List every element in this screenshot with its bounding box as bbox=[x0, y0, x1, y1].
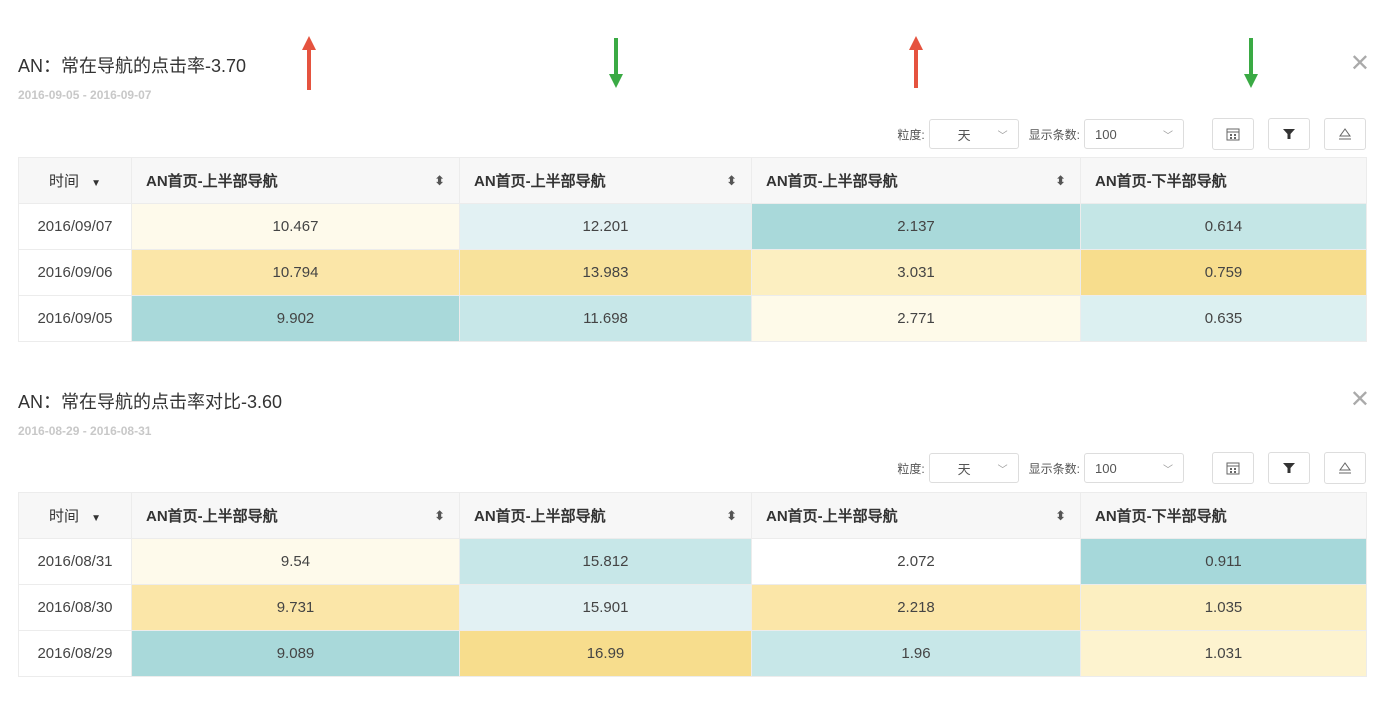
value-cell: 9.731 bbox=[131, 584, 460, 631]
date-cell: 2016/08/30 bbox=[18, 584, 132, 631]
date-range: 2016-08-29 - 2016-08-31 bbox=[18, 424, 152, 438]
column-header-time[interactable]: 时间 ▼ bbox=[18, 492, 132, 539]
value-cell: 15.901 bbox=[459, 584, 752, 631]
column-header-label: AN首页-上半部导航 bbox=[766, 508, 898, 525]
value-cell: 0.911 bbox=[1080, 538, 1367, 585]
sort-icon[interactable]: ⬍ bbox=[434, 508, 445, 524]
date-cell: 2016/08/29 bbox=[18, 630, 132, 677]
value-cell: 1.035 bbox=[1080, 584, 1367, 631]
table-row: 2016/08/30 9.731 15.901 2.218 1.035 bbox=[18, 584, 1367, 631]
column-header-label: AN首页-上半部导航 bbox=[474, 508, 606, 525]
calendar-icon bbox=[1226, 462, 1240, 475]
value-cell: 16.99 bbox=[459, 630, 752, 677]
count-select[interactable]: 100 ﹀ bbox=[1084, 453, 1184, 483]
table-row: 2016/08/29 9.089 16.99 1.96 1.031 bbox=[18, 630, 1367, 677]
export-icon bbox=[1339, 462, 1351, 474]
granularity-select[interactable]: 天 ﹀ bbox=[928, 453, 1019, 483]
granularity-value: 天 bbox=[957, 461, 971, 477]
table-toolbar: 粒度: 天 ﹀ 显示条数: 100 ﹀ bbox=[897, 452, 1366, 484]
data-table: 时间 ▼ AN首页-上半部导航 ⬍ AN首页-上半部导航 ⬍ AN首页-上半部导航 ⬍… bbox=[18, 492, 1367, 677]
value-cell: 1.031 bbox=[1080, 630, 1367, 677]
export-button[interactable] bbox=[1324, 452, 1366, 484]
column-header-label: AN首页-上半部导航 bbox=[146, 508, 278, 525]
filter-icon bbox=[1283, 463, 1295, 473]
value-cell: 9.54 bbox=[131, 538, 460, 585]
panel-title: AN：常在导航的点击率对比-3.60 bbox=[18, 392, 283, 412]
value-cell: 2.072 bbox=[751, 538, 1081, 585]
filter-button[interactable] bbox=[1268, 452, 1310, 484]
value-cell: 9.089 bbox=[131, 630, 460, 677]
calendar-button[interactable] bbox=[1212, 452, 1254, 484]
column-header[interactable]: AN首页-上半部导航 ⬍ bbox=[131, 492, 460, 539]
value-cell: 15.812 bbox=[459, 538, 752, 585]
column-header-label: AN首页-下半部导航 bbox=[1095, 508, 1227, 525]
table-row: 2016/08/31 9.54 15.812 2.072 0.911 bbox=[18, 538, 1367, 585]
column-header[interactable]: AN首页-上半部导航 ⬍ bbox=[459, 492, 752, 539]
chevron-down-icon: ﹀ bbox=[1163, 464, 1173, 476]
date-cell: 2016/08/31 bbox=[18, 538, 132, 585]
report-panel-2: AN：常在导航的点击率对比-3.60 2016-08-29 - 2016-08-… bbox=[0, 0, 1386, 705]
table-header-row: 时间 ▼ AN首页-上半部导航 ⬍ AN首页-上半部导航 ⬍ AN首页-上半部导航 ⬍… bbox=[18, 492, 1367, 539]
granularity-label: 粒度: bbox=[897, 461, 925, 476]
sort-icon[interactable]: ⬍ bbox=[726, 508, 737, 524]
count-value: 100 bbox=[1095, 460, 1117, 476]
column-header-label: 时间 bbox=[48, 508, 79, 525]
sort-icon[interactable]: ⬍ bbox=[1055, 508, 1066, 524]
close-icon[interactable]: ✕ bbox=[1350, 388, 1370, 412]
value-cell: 2.218 bbox=[751, 584, 1081, 631]
column-header[interactable]: AN首页-上半部导航 ⬍ bbox=[751, 492, 1081, 539]
chevron-down-icon: ﹀ bbox=[997, 464, 1008, 476]
caret-down-icon: ▼ bbox=[91, 513, 102, 524]
count-label: 显示条数: bbox=[1028, 461, 1080, 476]
column-header[interactable]: AN首页-下半部导航 bbox=[1080, 492, 1367, 539]
value-cell: 1.96 bbox=[751, 630, 1081, 677]
